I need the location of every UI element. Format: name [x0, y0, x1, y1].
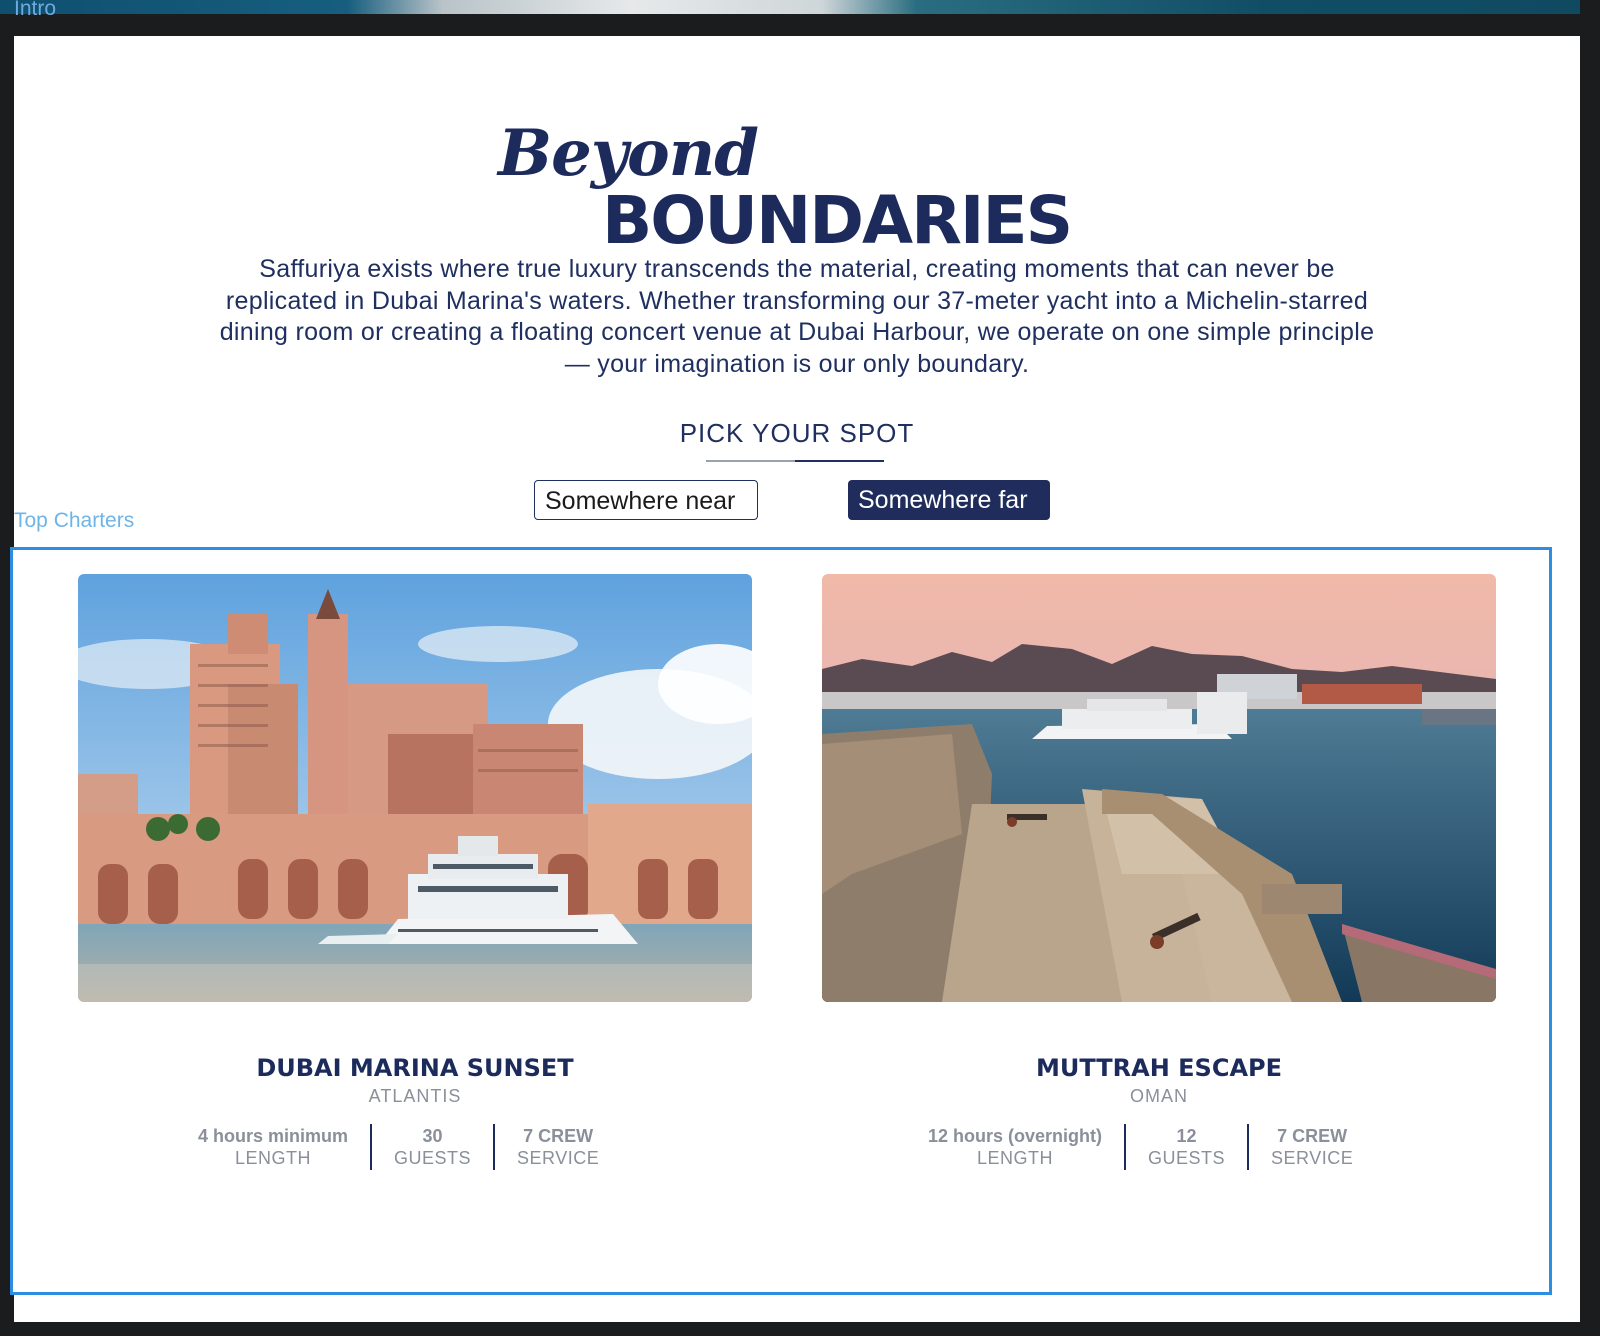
charter-stats: 12 hours (overnight) LENGTH 12 GUESTS 7 …: [906, 1124, 1375, 1170]
charter-card-muttrah[interactable]: MUTTRAH ESCAPE OMAN 12 hours (overnight)…: [822, 574, 1496, 1170]
stat-label: GUESTS: [1148, 1148, 1226, 1168]
top-charters-section-label[interactable]: Top Charters: [14, 509, 134, 533]
stat-value: 7 CREW: [1277, 1126, 1348, 1146]
stat-label: LENGTH: [235, 1148, 312, 1168]
hero-title-script: Beyond: [498, 116, 759, 191]
stat-value: 4 hours minimum: [198, 1126, 349, 1146]
stat-service: 7 CREW SERVICE: [493, 1124, 621, 1170]
muttrah-fort-harbour-photo[interactable]: [822, 574, 1496, 1002]
stat-length: 12 hours (overnight) LENGTH: [906, 1124, 1124, 1170]
stat-value: 30: [422, 1126, 443, 1146]
spot-picker-heading: PICK YOUR SPOT: [679, 418, 915, 448]
stat-value: 12: [1176, 1126, 1197, 1146]
charter-stats: 4 hours minimum LENGTH 30 GUESTS 7 CREW …: [176, 1124, 621, 1170]
stat-label: SERVICE: [517, 1148, 600, 1168]
stat-value: 7 CREW: [523, 1126, 594, 1146]
spot-picker-underline: [706, 460, 884, 462]
somewhere-far-button[interactable]: Somewhere far: [848, 480, 1050, 520]
stat-label: LENGTH: [977, 1148, 1054, 1168]
charter-title: MUTTRAH ESCAPE: [1035, 1054, 1282, 1082]
charter-location: OMAN: [1130, 1086, 1188, 1106]
stat-length: 4 hours minimum LENGTH: [176, 1124, 370, 1170]
canvas-edge: [1580, 0, 1600, 1336]
stat-label: GUESTS: [394, 1148, 472, 1168]
stat-value: 12 hours (overnight): [928, 1126, 1103, 1146]
hero-description: Saffuriya exists where true luxury trans…: [219, 255, 1375, 378]
somewhere-near-button[interactable]: Somewhere near: [534, 480, 758, 520]
charter-title: DUBAI MARINA SUNSET: [256, 1054, 574, 1082]
hero-headline: Beyond BOUNDARIES: [14, 88, 1580, 258]
stat-label: SERVICE: [1271, 1148, 1354, 1168]
charter-location: ATLANTIS: [368, 1086, 462, 1106]
stat-guests: 30 GUESTS: [370, 1124, 493, 1170]
stat-service: 7 CREW SERVICE: [1247, 1124, 1375, 1170]
charter-card-dubai-marina[interactable]: DUBAI MARINA SUNSET ATLANTIS 4 hours min…: [78, 574, 752, 1170]
intro-section-label[interactable]: Intro: [14, 0, 56, 21]
atlantis-yacht-photo[interactable]: [78, 574, 752, 1002]
hero-title-caps: BOUNDARIES: [602, 182, 1073, 259]
top-charters-section[interactable]: DUBAI MARINA SUNSET ATLANTIS 4 hours min…: [10, 547, 1552, 1295]
stat-guests: 12 GUESTS: [1124, 1124, 1247, 1170]
intro-section-banner: [0, 0, 1580, 14]
